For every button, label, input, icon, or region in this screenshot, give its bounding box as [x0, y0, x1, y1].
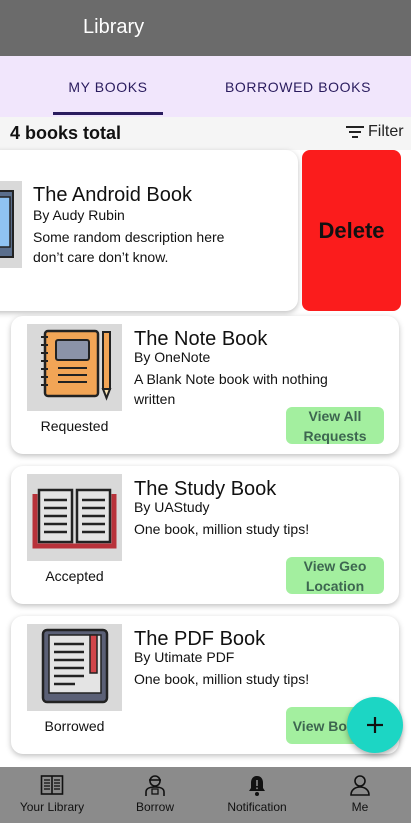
- book-cover-image: [27, 324, 122, 411]
- bell-icon: [245, 773, 269, 797]
- open-book-icon: [32, 488, 117, 549]
- nav-label: Me: [351, 800, 369, 814]
- tab-my-books[interactable]: MY BOOKS: [53, 56, 163, 117]
- person-icon: [143, 773, 167, 797]
- notebook-icon: [41, 329, 112, 401]
- book-title: The Study Book: [134, 478, 277, 500]
- filter-icon: [346, 125, 364, 139]
- summary-bar: 4 books total Filter: [0, 117, 411, 150]
- book-author: By OneNote: [134, 349, 211, 365]
- filter-button[interactable]: Filter: [346, 123, 404, 141]
- book-card[interactable]: e The Android Book By Audy Rubin Some ra…: [0, 150, 298, 311]
- tab-borrowed-books[interactable]: BORROWED BOOKS: [210, 56, 386, 117]
- book-status: Accepted: [45, 568, 104, 584]
- view-all-requests-button[interactable]: View All Requests: [286, 407, 384, 444]
- add-book-button[interactable]: [347, 697, 403, 753]
- book-description: Some random description here don’t care …: [33, 229, 225, 265]
- delete-button[interactable]: Delete: [302, 150, 401, 311]
- book-title: The Note Book: [134, 328, 268, 350]
- bottom-navigation: Your Library Borrow Notification Me: [0, 767, 411, 823]
- book-author: By UAStudy: [134, 499, 210, 515]
- book-cover-image: [27, 624, 122, 711]
- library-book-icon: [40, 773, 64, 797]
- page-title: Library: [83, 16, 145, 38]
- book-cover-icon: [0, 190, 14, 258]
- view-geo-location-button[interactable]: View Geo Location: [286, 557, 384, 594]
- book-card[interactable]: Requested The Note Book By OneNote A Bla…: [11, 316, 399, 454]
- nav-label: Your Library: [19, 800, 85, 814]
- nav-borrow[interactable]: Borrow: [120, 767, 190, 823]
- book-description: One book, million study tips!: [134, 671, 310, 687]
- app-bar: Library: [0, 0, 411, 56]
- filter-label: Filter: [368, 123, 404, 140]
- book-card[interactable]: Borrowed The PDF Book By Utimate PDF One…: [11, 616, 399, 754]
- book-description: A Blank Note book with nothing written: [134, 371, 328, 407]
- book-status: Borrowed: [44, 718, 105, 734]
- book-status: e: [0, 275, 33, 291]
- book-status: Requested: [40, 418, 109, 434]
- nav-your-library[interactable]: Your Library: [10, 767, 94, 823]
- nav-me[interactable]: Me: [335, 767, 385, 823]
- account-icon: [348, 773, 372, 797]
- tab-bar: MY BOOKS BORROWED BOOKS: [0, 56, 411, 117]
- plus-icon: [367, 717, 383, 733]
- book-author: By Audy Rubin: [33, 207, 125, 223]
- ebook-reader-icon: [41, 628, 109, 704]
- books-total: 4 books total: [10, 123, 122, 143]
- nav-label: Borrow: [135, 800, 174, 814]
- book-description: One book, million study tips!: [134, 521, 310, 537]
- book-cover-image: [27, 474, 122, 561]
- nav-notification[interactable]: Notification: [218, 767, 296, 823]
- book-card[interactable]: Accepted The Study Book By UAStudy One b…: [11, 466, 399, 604]
- nav-label: Notification: [227, 800, 287, 814]
- book-title: The PDF Book: [134, 628, 266, 650]
- book-author: By Utimate PDF: [134, 649, 235, 665]
- tab-indicator: [53, 112, 163, 115]
- library-screen: Library MY BOOKS BORROWED BOOKS 4 books …: [0, 0, 411, 823]
- book-cover-image: [0, 181, 22, 268]
- book-title: The Android Book: [33, 184, 192, 206]
